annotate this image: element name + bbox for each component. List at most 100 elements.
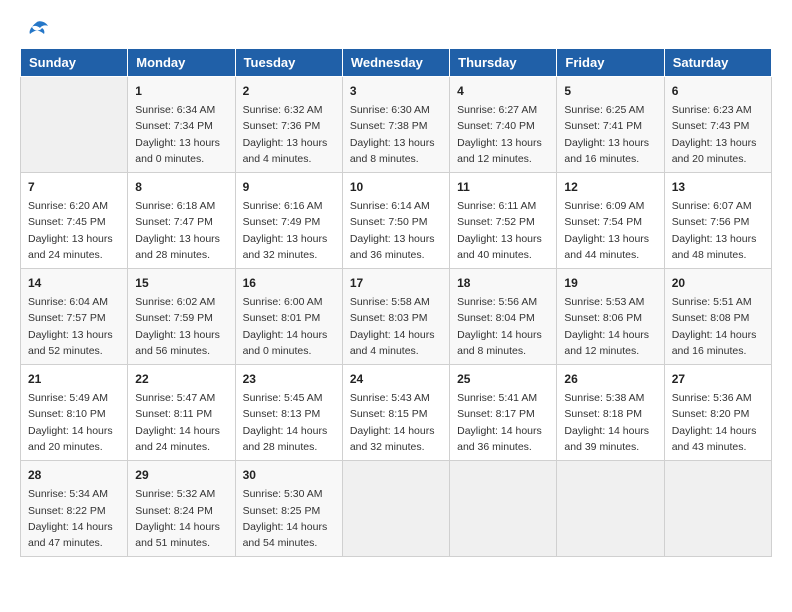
day-number: 22 <box>135 370 227 388</box>
calendar-cell: 4Sunrise: 6:27 AMSunset: 7:40 PMDaylight… <box>450 77 557 173</box>
calendar-cell: 14 Sunrise: 6:04 AMSunset: 7:57 PMDayligh… <box>21 269 128 365</box>
day-number: 12 <box>564 178 656 196</box>
calendar-cell: 16 Sunrise: 6:00 AMSunset: 8:01 PMDayligh… <box>235 269 342 365</box>
day-number: 23 <box>243 370 335 388</box>
calendar-cell: 28 Sunrise: 5:34 AMSunset: 8:22 PMDayligh… <box>21 461 128 557</box>
calendar-cell: 15 Sunrise: 6:02 AMSunset: 7:59 PMDayligh… <box>128 269 235 365</box>
day-number: 24 <box>350 370 442 388</box>
day-number: 20 <box>672 274 764 292</box>
day-info: Sunrise: 6:23 AMSunset: 7:43 PMDaylight:… <box>672 102 764 167</box>
day-number: 21 <box>28 370 120 388</box>
calendar-body: 1Sunrise: 6:34 AMSunset: 7:34 PMDaylight… <box>21 77 772 557</box>
calendar-cell: 5 Sunrise: 6:25 AMSunset: 7:41 PMDaylight… <box>557 77 664 173</box>
calendar-cell: 23Sunrise: 5:45 AMSunset: 8:13 PMDayligh… <box>235 365 342 461</box>
calendar-cell: 27 Sunrise: 5:36 AMSunset: 8:20 PMDayligh… <box>664 365 771 461</box>
day-number: 28 <box>28 466 120 484</box>
day-info: Sunrise: 6:00 AMSunset: 8:01 PMDaylight:… <box>243 294 335 359</box>
day-info: Sunrise: 5:41 AMSunset: 8:17 PMDaylight:… <box>457 390 549 455</box>
day-info: Sunrise: 6:32 AMSunset: 7:36 PMDaylight:… <box>243 102 335 167</box>
day-number: 17 <box>350 274 442 292</box>
calendar-cell: 11 Sunrise: 6:11 AMSunset: 7:52 PMDayligh… <box>450 173 557 269</box>
day-number: 10 <box>350 178 442 196</box>
day-info: Sunrise: 5:47 AMSunset: 8:11 PMDaylight:… <box>135 390 227 455</box>
day-info: Sunrise: 6:25 AMSunset: 7:41 PMDaylight:… <box>564 102 656 167</box>
day-number: 11 <box>457 178 549 196</box>
day-info: Sunrise: 6:04 AMSunset: 7:57 PMDaylight:… <box>28 294 120 359</box>
day-header-wednesday: Wednesday <box>342 49 449 77</box>
day-info: Sunrise: 6:18 AMSunset: 7:47 PMDaylight:… <box>135 198 227 263</box>
day-info: Sunrise: 5:34 AMSunset: 8:22 PMDaylight:… <box>28 486 120 551</box>
day-number: 18 <box>457 274 549 292</box>
day-info: Sunrise: 6:09 AMSunset: 7:54 PMDaylight:… <box>564 198 656 263</box>
calendar-cell: 26Sunrise: 5:38 AMSunset: 8:18 PMDayligh… <box>557 365 664 461</box>
day-info: Sunrise: 5:43 AMSunset: 8:15 PMDaylight:… <box>350 390 442 455</box>
day-info: Sunrise: 6:02 AMSunset: 7:59 PMDaylight:… <box>135 294 227 359</box>
calendar-cell: 29 Sunrise: 5:32 AMSunset: 8:24 PMDayligh… <box>128 461 235 557</box>
day-number: 15 <box>135 274 227 292</box>
calendar-cell: 25Sunrise: 5:41 AMSunset: 8:17 PMDayligh… <box>450 365 557 461</box>
day-number: 9 <box>243 178 335 196</box>
logo-bird-icon <box>24 20 50 42</box>
day-info: Sunrise: 5:30 AMSunset: 8:25 PMDaylight:… <box>243 486 335 551</box>
day-number: 8 <box>135 178 227 196</box>
day-info: Sunrise: 5:36 AMSunset: 8:20 PMDaylight:… <box>672 390 764 455</box>
calendar-cell: 12 Sunrise: 6:09 AMSunset: 7:54 PMDayligh… <box>557 173 664 269</box>
day-header-sunday: Sunday <box>21 49 128 77</box>
calendar-cell <box>342 461 449 557</box>
day-info: Sunrise: 5:56 AMSunset: 8:04 PMDaylight:… <box>457 294 549 359</box>
calendar-cell: 30Sunrise: 5:30 AMSunset: 8:25 PMDayligh… <box>235 461 342 557</box>
day-info: Sunrise: 6:11 AMSunset: 7:52 PMDaylight:… <box>457 198 549 263</box>
calendar-cell <box>21 77 128 173</box>
day-number: 16 <box>243 274 335 292</box>
calendar-cell: 3 Sunrise: 6:30 AMSunset: 7:38 PMDaylight… <box>342 77 449 173</box>
day-number: 29 <box>135 466 227 484</box>
calendar-cell: 19 Sunrise: 5:53 AMSunset: 8:06 PMDayligh… <box>557 269 664 365</box>
day-info: Sunrise: 5:32 AMSunset: 8:24 PMDaylight:… <box>135 486 227 551</box>
calendar-header-row: SundayMondayTuesdayWednesdayThursdayFrid… <box>21 49 772 77</box>
day-number: 5 <box>564 82 656 100</box>
day-number: 6 <box>672 82 764 100</box>
day-header-monday: Monday <box>128 49 235 77</box>
day-info: Sunrise: 6:14 AMSunset: 7:50 PMDaylight:… <box>350 198 442 263</box>
calendar-cell: 10 Sunrise: 6:14 AMSunset: 7:50 PMDayligh… <box>342 173 449 269</box>
calendar-week-row: 14 Sunrise: 6:04 AMSunset: 7:57 PMDayligh… <box>21 269 772 365</box>
day-header-saturday: Saturday <box>664 49 771 77</box>
calendar-week-row: 28 Sunrise: 5:34 AMSunset: 8:22 PMDayligh… <box>21 461 772 557</box>
day-info: Sunrise: 5:38 AMSunset: 8:18 PMDaylight:… <box>564 390 656 455</box>
day-info: Sunrise: 6:34 AMSunset: 7:34 PMDaylight:… <box>135 102 227 167</box>
day-number: 19 <box>564 274 656 292</box>
calendar-week-row: 1Sunrise: 6:34 AMSunset: 7:34 PMDaylight… <box>21 77 772 173</box>
calendar-cell: 7 Sunrise: 6:20 AMSunset: 7:45 PMDaylight… <box>21 173 128 269</box>
calendar-cell <box>450 461 557 557</box>
calendar-cell: 2 Sunrise: 6:32 AMSunset: 7:36 PMDaylight… <box>235 77 342 173</box>
calendar-cell: 18 Sunrise: 5:56 AMSunset: 8:04 PMDayligh… <box>450 269 557 365</box>
day-info: Sunrise: 5:49 AMSunset: 8:10 PMDaylight:… <box>28 390 120 455</box>
day-number: 4 <box>457 82 549 100</box>
logo <box>20 20 50 38</box>
calendar-cell: 20 Sunrise: 5:51 AMSunset: 8:08 PMDayligh… <box>664 269 771 365</box>
day-info: Sunrise: 5:51 AMSunset: 8:08 PMDaylight:… <box>672 294 764 359</box>
calendar-table: SundayMondayTuesdayWednesdayThursdayFrid… <box>20 48 772 557</box>
calendar-cell: 22 Sunrise: 5:47 AMSunset: 8:11 PMDayligh… <box>128 365 235 461</box>
day-info: Sunrise: 6:30 AMSunset: 7:38 PMDaylight:… <box>350 102 442 167</box>
day-number: 14 <box>28 274 120 292</box>
day-number: 27 <box>672 370 764 388</box>
day-info: Sunrise: 5:53 AMSunset: 8:06 PMDaylight:… <box>564 294 656 359</box>
day-number: 13 <box>672 178 764 196</box>
day-number: 2 <box>243 82 335 100</box>
day-number: 3 <box>350 82 442 100</box>
calendar-cell: 13Sunrise: 6:07 AMSunset: 7:56 PMDayligh… <box>664 173 771 269</box>
calendar-cell: 9 Sunrise: 6:16 AMSunset: 7:49 PMDaylight… <box>235 173 342 269</box>
day-info: Sunrise: 6:20 AMSunset: 7:45 PMDaylight:… <box>28 198 120 263</box>
day-info: Sunrise: 5:58 AMSunset: 8:03 PMDaylight:… <box>350 294 442 359</box>
day-header-thursday: Thursday <box>450 49 557 77</box>
day-info: Sunrise: 6:16 AMSunset: 7:49 PMDaylight:… <box>243 198 335 263</box>
header <box>20 20 772 38</box>
calendar-cell <box>664 461 771 557</box>
calendar-cell: 21 Sunrise: 5:49 AMSunset: 8:10 PMDayligh… <box>21 365 128 461</box>
calendar-cell: 17 Sunrise: 5:58 AMSunset: 8:03 PMDayligh… <box>342 269 449 365</box>
calendar-cell: 24 Sunrise: 5:43 AMSunset: 8:15 PMDayligh… <box>342 365 449 461</box>
day-header-friday: Friday <box>557 49 664 77</box>
calendar-cell: 8 Sunrise: 6:18 AMSunset: 7:47 PMDaylight… <box>128 173 235 269</box>
day-number: 7 <box>28 178 120 196</box>
